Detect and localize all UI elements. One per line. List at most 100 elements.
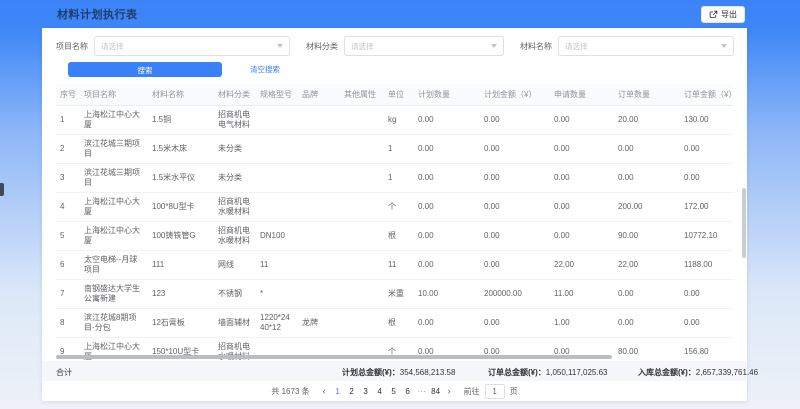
material-name-select[interactable]: 请选择 — [558, 36, 734, 56]
page-title: 材料计划执行表 — [57, 6, 138, 22]
table-cell — [256, 193, 298, 222]
pagination-pages: 123456···84 — [331, 384, 443, 398]
table-cell: 个 — [384, 193, 414, 222]
project-name-label: 项目名称 — [56, 41, 88, 52]
inbound-total-label: 入库总金额(¥)： — [638, 368, 696, 377]
table-cell: 0.00 — [614, 164, 680, 193]
table-cell: 招商机电水暖材料 — [214, 193, 256, 222]
horizontal-scrollbar-thumb[interactable] — [56, 355, 612, 359]
table-cell — [298, 251, 340, 280]
table-cell — [340, 251, 384, 280]
table-cell — [298, 193, 340, 222]
table-cell: 0.00 — [414, 193, 480, 222]
table-cell: 0.00 — [480, 193, 550, 222]
page-button-3[interactable]: 3 — [359, 384, 373, 398]
table-cell: 8 — [56, 309, 80, 338]
column-header: 材料名称 — [148, 84, 214, 106]
table-cell: 0.00 — [414, 309, 480, 338]
order-total: 订单总金额(¥)：1,050,117,025.63 — [488, 367, 607, 378]
next-page-button[interactable]: › — [445, 386, 454, 396]
sidebar-collapse-handle[interactable] — [0, 183, 4, 196]
select-placeholder: 请选择 — [565, 41, 588, 52]
vertical-scrollbar-thumb[interactable] — [742, 188, 746, 258]
table-cell: 0.00 — [414, 106, 480, 135]
goto-page-input[interactable] — [485, 384, 505, 399]
table-cell: 10772.10 — [680, 222, 733, 251]
table-cell — [340, 280, 384, 309]
table-cell: 0.00 — [680, 135, 733, 164]
table-cell: 滨江花城三期项目 — [80, 135, 148, 164]
table-cell — [256, 106, 298, 135]
table-cell — [298, 135, 340, 164]
table-row: 6太空电梯--月球项目111网线11110.000.0022.0022.0011… — [56, 251, 733, 280]
table-body: 1上海松江中心大厦1.5铜招商机电电气材料kg0.000.000.0020.00… — [56, 106, 733, 367]
table-cell: 南钢盛达大学生公寓新建 — [80, 280, 148, 309]
pagination: 共 1673 条 ‹ 123456···84 › 前往 页 — [42, 381, 747, 401]
table-cell: 1188.00 — [680, 251, 733, 280]
table-cell: 1.00 — [550, 309, 614, 338]
table-cell: 招商机电水暖材料 — [214, 222, 256, 251]
table-cell — [256, 164, 298, 193]
table-row: 2滨江花城三期项目1.5米木床未分类10.000.000.000.000.00 — [56, 135, 733, 164]
table-cell: 不锈钢 — [214, 280, 256, 309]
page-button-4[interactable]: 4 — [373, 384, 387, 398]
table-cell: 0.00 — [614, 135, 680, 164]
table-cell: * — [256, 280, 298, 309]
table-cell: kg — [384, 106, 414, 135]
filter-bar: 项目名称 请选择 材料分类 请选择 材料名称 请选择 — [42, 28, 747, 56]
table-cell: 12石膏板 — [148, 309, 214, 338]
table-cell: 墙面辅材 — [214, 309, 256, 338]
table-cell: 上海松江中心大厦 — [80, 193, 148, 222]
table-cell: 0.00 — [480, 251, 550, 280]
table-cell: 0.00 — [680, 280, 733, 309]
table-cell: 0.00 — [414, 135, 480, 164]
table-header-row: 序号项目名称材料名称材料分类规格型号品牌其他属性单位计划数量计划金额（¥）申请数… — [56, 84, 733, 106]
material-category-select[interactable]: 请选择 — [344, 36, 504, 56]
table-cell: 123 — [148, 280, 214, 309]
page-button-5[interactable]: 5 — [387, 384, 401, 398]
table-cell: 22.00 — [550, 251, 614, 280]
table-row: 3滨江花城三期项目1.5米水平仪未分类10.000.000.000.000.00 — [56, 164, 733, 193]
chevron-down-icon — [721, 44, 727, 48]
table-cell: 0.00 — [414, 164, 480, 193]
table-cell — [340, 193, 384, 222]
table-cell: 200.00 — [614, 193, 680, 222]
table-cell — [340, 164, 384, 193]
table-cell: 0.00 — [480, 222, 550, 251]
table-cell: 100铸铁管G — [148, 222, 214, 251]
table-cell: 100*8U型卡 — [148, 193, 214, 222]
export-label: 导出 — [721, 9, 737, 20]
page-button-84[interactable]: 84 — [429, 384, 443, 398]
table-cell: 1.5米木床 — [148, 135, 214, 164]
table-cell: 0.00 — [414, 251, 480, 280]
material-name-label: 材料名称 — [520, 41, 552, 52]
content-card: 项目名称 请选择 材料分类 请选择 材料名称 请选择 搜索 清空搜索 — [42, 28, 747, 401]
table-cell: DN100 — [256, 222, 298, 251]
table-cell: 11 — [256, 251, 298, 280]
page-button-6[interactable]: 6 — [401, 384, 415, 398]
column-header: 其他属性 — [340, 84, 384, 106]
select-placeholder: 请选择 — [351, 41, 374, 52]
page-button-1[interactable]: 1 — [331, 384, 345, 398]
prev-page-button[interactable]: ‹ — [320, 386, 329, 396]
table-cell: 7 — [56, 280, 80, 309]
table-row: 8滨江花城8期项目-分包12石膏板墙面辅材1220*2440*12龙牌根0.00… — [56, 309, 733, 338]
column-header: 订单数量 — [614, 84, 680, 106]
table-cell: 22.00 — [614, 251, 680, 280]
order-total-value: 1,050,117,025.63 — [546, 368, 608, 377]
export-button[interactable]: 导出 — [701, 6, 745, 23]
project-name-select[interactable]: 请选择 — [94, 36, 290, 56]
table-cell: 4 — [56, 193, 80, 222]
page-ellipsis[interactable]: ··· — [415, 384, 429, 398]
table-cell: 0.00 — [550, 135, 614, 164]
clear-search-button[interactable]: 清空搜索 — [244, 63, 286, 76]
export-icon — [709, 10, 718, 19]
table-cell: 上海松江中心大厦 — [80, 222, 148, 251]
table-cell: 0.00 — [614, 280, 680, 309]
top-header-bar: 材料计划执行表 导出 — [0, 0, 800, 28]
pagination-total-count: 共 1673 条 — [271, 386, 309, 397]
table-cell: 0.00 — [550, 106, 614, 135]
page-button-2[interactable]: 2 — [345, 384, 359, 398]
search-button[interactable]: 搜索 — [68, 62, 222, 77]
table-cell: 0.00 — [550, 193, 614, 222]
